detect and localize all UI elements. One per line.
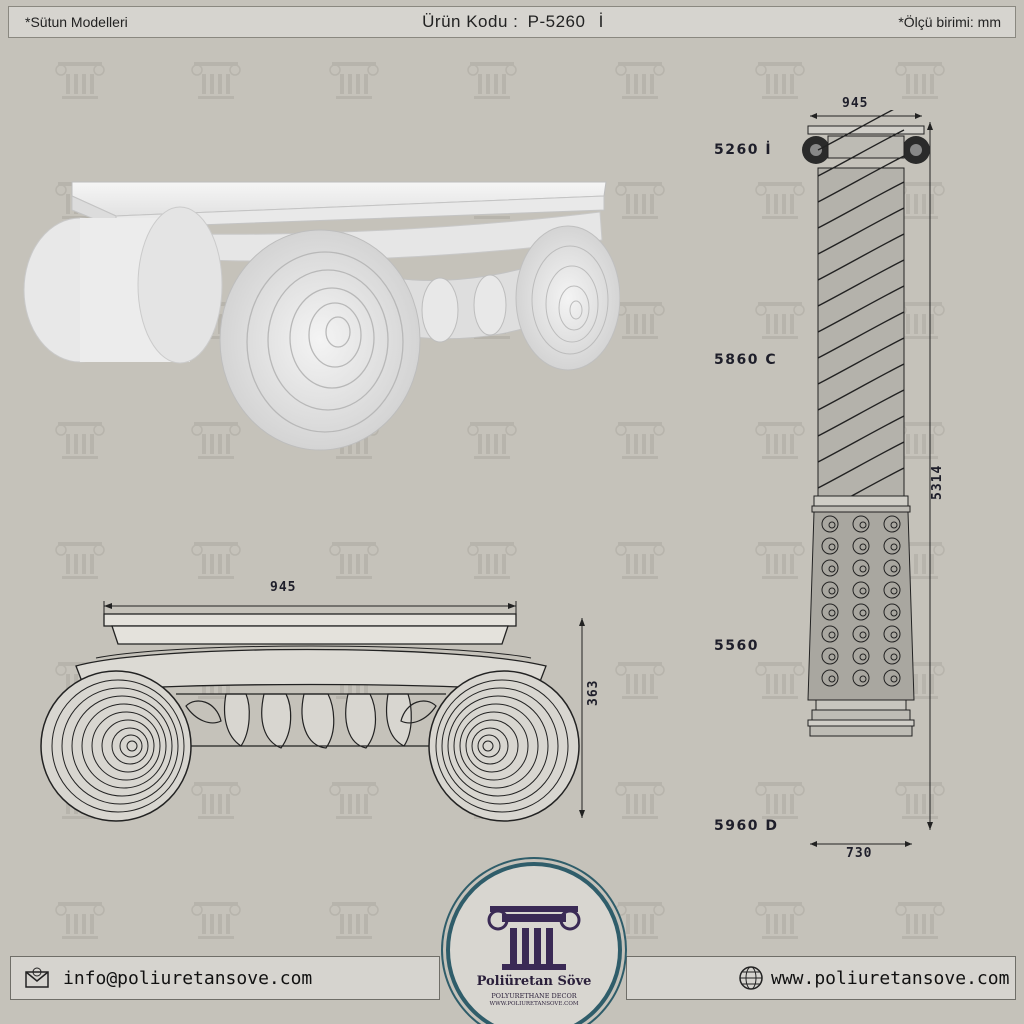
watermark-logo-icon [55,62,105,99]
logo-subtitle: POLYURETHANE DECOR [491,992,577,1000]
watermark-logo-icon [615,782,665,819]
watermark-logo-icon [615,62,665,99]
column-base-width-label: 730 [846,846,873,861]
product-code: Ürün Kodu : P-5260 İ [422,12,604,32]
product-code-prefix: Ürün Kodu : [422,12,519,31]
watermark-logo-icon [467,542,517,579]
watermark-logo-icon [895,902,945,939]
column-elevation [802,110,933,847]
watermark-logo-icon [755,902,805,939]
email-link[interactable]: info@poliuretansove.com [63,968,312,989]
capital-3d-render [23,181,620,451]
capital-front-elevation [40,601,585,822]
column-top-width-label: 945 [842,96,869,111]
front-height-label: 363 [586,679,601,706]
watermark-logo-icon [615,542,665,579]
column-logo-icon [487,906,581,970]
column-height-label: 5314 [930,464,945,500]
watermark-logo-icon [191,902,241,939]
watermark-logo-icon [895,62,945,99]
part-label-base: 5960 D [714,818,779,834]
part-label-capital: 5260 İ [714,142,773,158]
watermark-logo-icon [191,542,241,579]
watermark-logo-icon [55,542,105,579]
watermark-logo-icon [615,182,665,219]
watermark-logo-icon [329,542,379,579]
product-code-value: P-5260 [527,12,586,31]
watermark-logo-icon [329,62,379,99]
brand-logo: Poliüretan Söve POLYURETHANE DECOR WWW.P… [446,862,622,1024]
part-label-shaft: 5860 C [714,352,778,368]
email-bar[interactable]: info@poliuretansove.com [10,956,440,1000]
part-label-ornament: 5560 [714,638,759,654]
watermark-logo-icon [755,62,805,99]
unit-label: *Ölçü birimi: mm [898,14,1001,30]
globe-icon [739,966,763,990]
logo-url: WWW.POLIURETANSOVE.COM [489,1001,579,1007]
watermark-logo-icon [615,422,665,459]
watermark-logo-icon [55,902,105,939]
product-code-variant: İ [598,12,604,31]
website-link[interactable]: www.poliuretansove.com [771,968,1009,989]
website-bar[interactable]: www.poliuretansove.com [626,956,1016,1000]
watermark-logo-icon [615,662,665,699]
logo-title: Poliüretan Söve [476,974,592,989]
watermark-logo-icon [615,302,665,339]
watermark-logo-icon [467,62,517,99]
envelope-icon [25,967,49,988]
front-width-label: 945 [270,580,297,595]
watermark-logo-icon [329,902,379,939]
title-bar: *Sütun Modelleri Ürün Kodu : P-5260 İ *Ö… [8,6,1016,38]
watermark-logo-icon [191,62,241,99]
category-label: *Sütun Modelleri [25,14,128,30]
